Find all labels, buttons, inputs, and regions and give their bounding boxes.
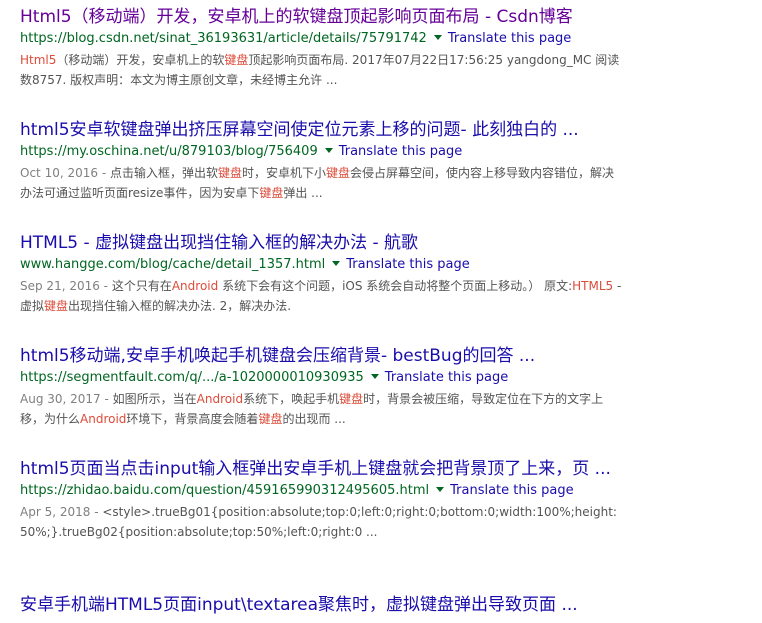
chevron-down-icon[interactable] <box>332 261 341 266</box>
snippet-text: <style>.trueBg01{position:absolute;top:0… <box>20 505 617 539</box>
snippet-keyword: 键盘 <box>224 53 249 67</box>
snippet-text: 点击输入框，弹出软 <box>109 166 218 180</box>
snippet-keyword: Android <box>80 412 127 426</box>
snippet-text: 环境下，背景高度会随着 <box>126 412 259 426</box>
result-title-link[interactable]: html5安卓软键盘弹出挤压屏幕空间使定位元素上移的问题- 此刻独白的 ... <box>20 118 630 142</box>
chevron-down-icon[interactable] <box>370 374 379 379</box>
snippet-keyword: Android <box>196 392 244 406</box>
result-snippet: Html5（移动端）开发，安卓机上的软键盘顶起影响页面布局. 2017年07月2… <box>20 50 624 90</box>
result-snippet: Apr 5, 2018 - <style>.trueBg01{position:… <box>20 502 624 542</box>
result-date: Sep 21, 2016 - <box>20 279 112 293</box>
translate-link[interactable]: Translate this page <box>339 144 462 159</box>
result-url[interactable]: https://blog.csdn.net/sinat_36193631/art… <box>20 31 427 46</box>
snippet-keyword: 键盘 <box>44 299 69 313</box>
snippet-text: 弹出 ... <box>283 186 323 200</box>
search-result: html5移动端,安卓手机唤起手机键盘会压缩背景- bestBug的回答 ...… <box>20 344 630 429</box>
snippet-keyword: Html5 <box>20 53 57 67</box>
result-url[interactable]: https://my.oschina.net/u/879103/blog/756… <box>20 144 318 159</box>
result-snippet: Sep 21, 2016 - 这个只有在Android 系统下会有这个问题，iO… <box>20 276 624 316</box>
search-result: HTML5 - 虚拟键盘出现挡住输入框的解决办法 - 航歌 www.hangge… <box>20 231 630 316</box>
snippet-text: 出现挡住输入框的解决办法. 2，解决办法. <box>68 299 292 313</box>
snippet-text: 系统下，唤起手机 <box>243 392 340 406</box>
snippet-keyword: HTML5 <box>572 279 614 293</box>
translate-link[interactable]: Translate this page <box>346 257 469 272</box>
snippet-keyword: 键盘 <box>326 166 351 180</box>
result-title-link[interactable]: html5页面当点击input输入框弹出安卓手机上键盘就会把背景顶了上来，页 .… <box>20 457 620 481</box>
result-title-link[interactable]: HTML5 - 虚拟键盘出现挡住输入框的解决办法 - 航歌 <box>20 231 630 255</box>
snippet-text: 系统下会有这个问题，iOS 系统会自动将整个页面上移动。） 原文: <box>218 279 573 293</box>
result-url-line: https://my.oschina.net/u/879103/blog/756… <box>20 143 630 161</box>
snippet-text: 时，安卓机下小 <box>242 166 327 180</box>
chevron-down-icon[interactable] <box>433 35 442 40</box>
result-date: Aug 30, 2017 - <box>20 392 113 406</box>
result-title-link[interactable]: Html5（移动端）开发，安卓机上的软键盘顶起影响页面布局 - Csdn博客 <box>20 5 630 29</box>
search-result: Html5（移动端）开发，安卓机上的软键盘顶起影响页面布局 - Csdn博客 h… <box>20 5 630 90</box>
result-url[interactable]: https://segmentfault.com/q/.../a-1020000… <box>20 370 364 385</box>
snippet-text: 的出现而 ... <box>282 412 346 426</box>
chevron-down-icon[interactable] <box>436 487 445 492</box>
chevron-down-icon[interactable] <box>324 148 333 153</box>
snippet-keyword: 键盘 <box>258 412 283 426</box>
translate-link[interactable]: Translate this page <box>385 370 508 385</box>
snippet-text: （移动端）开发，安卓机上的软 <box>56 53 225 67</box>
result-date: Oct 10, 2016 - <box>20 166 110 180</box>
result-snippet: Oct 10, 2016 - 点击输入框，弹出软键盘时，安卓机下小键盘会侵占屏幕… <box>20 163 624 203</box>
result-title-link[interactable]: 安卓手机端HTML5页面input\textarea聚焦时，虚拟键盘弹出导致页面… <box>20 593 630 617</box>
search-result: html5页面当点击input输入框弹出安卓手机上键盘就会把背景顶了上来，页 .… <box>20 457 630 542</box>
result-url-line: www.hangge.com/blog/cache/detail_1357.ht… <box>20 256 630 274</box>
result-date: Apr 5, 2018 - <box>20 505 103 519</box>
search-result: html5安卓软键盘弹出挤压屏幕空间使定位元素上移的问题- 此刻独白的 ... … <box>20 118 630 203</box>
snippet-text: 如图所示，当在 <box>112 392 197 406</box>
translate-link[interactable]: Translate this page <box>450 483 573 498</box>
snippet-keyword: Android <box>171 279 219 293</box>
result-url-line: https://blog.csdn.net/sinat_36193631/art… <box>20 30 630 48</box>
search-result: 安卓手机端HTML5页面input\textarea聚焦时，虚拟键盘弹出导致页面… <box>20 593 630 617</box>
snippet-keyword: 键盘 <box>339 392 364 406</box>
translate-link[interactable]: Translate this page <box>448 31 571 46</box>
snippet-keyword: 键盘 <box>259 186 284 200</box>
snippet-keyword: 键盘 <box>217 166 242 180</box>
result-title-link[interactable]: html5移动端,安卓手机唤起手机键盘会压缩背景- bestBug的回答 ... <box>20 344 630 368</box>
result-snippet: Aug 30, 2017 - 如图所示，当在Android系统下，唤起手机键盘时… <box>20 389 624 429</box>
result-url-line: https://zhidao.baidu.com/question/459165… <box>20 482 630 500</box>
result-url[interactable]: www.hangge.com/blog/cache/detail_1357.ht… <box>20 257 325 272</box>
snippet-text: 这个只有在 <box>111 279 172 293</box>
result-url[interactable]: https://zhidao.baidu.com/question/459165… <box>20 483 429 498</box>
result-url-line: https://segmentfault.com/q/.../a-1020000… <box>20 369 630 387</box>
